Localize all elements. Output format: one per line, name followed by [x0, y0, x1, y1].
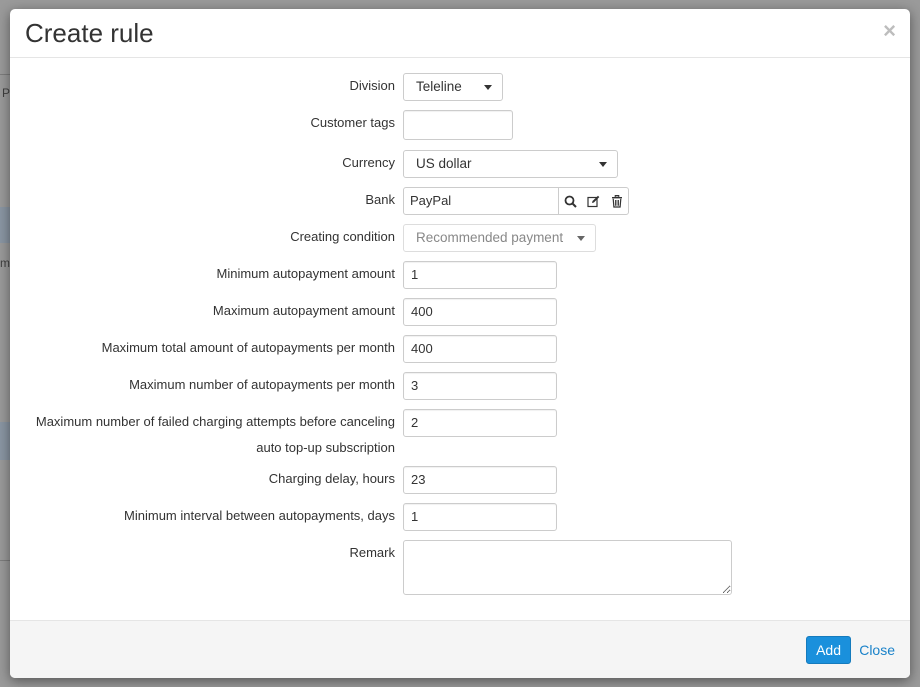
- currency-value: US dollar: [416, 156, 472, 171]
- modal-header: Create rule ×: [10, 9, 910, 58]
- max-autopayment-input[interactable]: 400: [403, 298, 557, 326]
- min-interval-input[interactable]: 1: [403, 503, 557, 531]
- max-number-input[interactable]: 3: [403, 372, 557, 400]
- max-total-input[interactable]: 400: [403, 335, 557, 363]
- bank-input[interactable]: PayPal: [404, 188, 559, 214]
- chevron-down-icon: [577, 236, 585, 241]
- min-autopayment-label: Minimum autopayment amount: [216, 266, 395, 281]
- remark-label: Remark: [349, 545, 395, 560]
- max-number-label: Maximum number of autopayments per month: [129, 377, 395, 392]
- remark-textarea[interactable]: [403, 540, 732, 595]
- backdrop-text: m: [0, 256, 10, 270]
- max-autopayment-label: Maximum autopayment amount: [212, 303, 395, 318]
- currency-label: Currency: [342, 155, 395, 170]
- charging-delay-label: Charging delay, hours: [268, 471, 395, 486]
- bank-label: Bank: [365, 192, 395, 207]
- division-label: Division: [349, 78, 395, 93]
- max-total-label: Maximum total amount of autopayments per…: [101, 340, 395, 355]
- edit-icon[interactable]: [582, 188, 605, 214]
- min-interval-label: Minimum interval between autopayments, d…: [124, 508, 395, 523]
- modal-title: Create rule: [25, 18, 154, 48]
- creating-condition-select[interactable]: Recommended payment: [403, 224, 596, 252]
- min-autopayment-input[interactable]: 1: [403, 261, 557, 289]
- bank-input-group: PayPal: [403, 187, 629, 215]
- chevron-down-icon: [599, 162, 607, 167]
- max-failed-input[interactable]: 2: [403, 409, 557, 437]
- chevron-down-icon: [484, 85, 492, 90]
- creating-condition-value: Recommended payment: [416, 230, 564, 245]
- division-select[interactable]: Teleline: [403, 73, 503, 101]
- creating-condition-label: Creating condition: [290, 229, 395, 244]
- close-icon[interactable]: ×: [883, 20, 896, 42]
- currency-select[interactable]: US dollar: [403, 150, 618, 178]
- close-link[interactable]: Close: [859, 636, 895, 664]
- search-icon[interactable]: [559, 188, 582, 214]
- division-value: Teleline: [416, 79, 462, 94]
- add-button[interactable]: Add: [806, 636, 851, 664]
- charging-delay-input[interactable]: 23: [403, 466, 557, 494]
- customer-tags-label: Customer tags: [310, 115, 395, 130]
- create-rule-dialog: Create rule × Division Teleline Customer…: [10, 9, 910, 678]
- trash-icon[interactable]: [605, 188, 628, 214]
- backdrop-text: P: [2, 86, 11, 100]
- customer-tags-input[interactable]: [403, 110, 513, 140]
- max-failed-label: Maximum number of failed charging attemp…: [35, 414, 395, 455]
- modal-footer: Add Close: [10, 620, 910, 678]
